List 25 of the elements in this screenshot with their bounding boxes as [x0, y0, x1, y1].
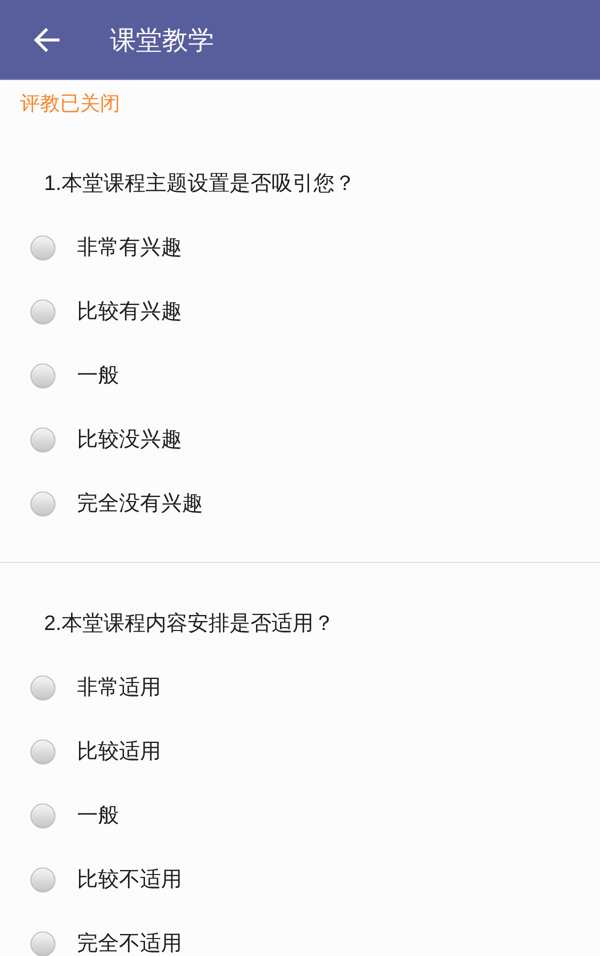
option-label[interactable]: 非常适用: [77, 675, 161, 701]
radio-button[interactable]: [30, 675, 56, 701]
question-text: 1.本堂课程主题设置是否吸引您？: [44, 171, 356, 197]
option-label[interactable]: 非常有兴趣: [77, 235, 182, 261]
radio-button[interactable]: [30, 491, 56, 517]
radio-button[interactable]: [30, 931, 56, 956]
radio-button[interactable]: [30, 363, 56, 389]
radio-button[interactable]: [30, 739, 56, 765]
evaluation-closed-notice: 评教已关闭: [20, 93, 120, 115]
radio-button[interactable]: [30, 299, 56, 325]
option-label[interactable]: 比较不适用: [77, 867, 182, 893]
radio-button[interactable]: [30, 867, 56, 893]
radio-button[interactable]: [30, 427, 56, 453]
option-label[interactable]: 比较没兴趣: [77, 427, 182, 453]
screen-title: 课堂教学: [110, 24, 214, 56]
option-label[interactable]: 一般: [77, 363, 119, 389]
back-arrow-icon: [34, 28, 60, 52]
radio-button[interactable]: [30, 235, 56, 261]
option-label[interactable]: 比较有兴趣: [77, 299, 182, 325]
question-text: 2.本堂课程内容安排是否适用？: [44, 611, 335, 637]
option-label[interactable]: 完全不适用: [77, 931, 182, 956]
option-label[interactable]: 比较适用: [77, 739, 161, 765]
radio-button[interactable]: [30, 803, 56, 829]
option-label[interactable]: 完全没有兴趣: [77, 491, 203, 517]
option-label[interactable]: 一般: [77, 803, 119, 829]
